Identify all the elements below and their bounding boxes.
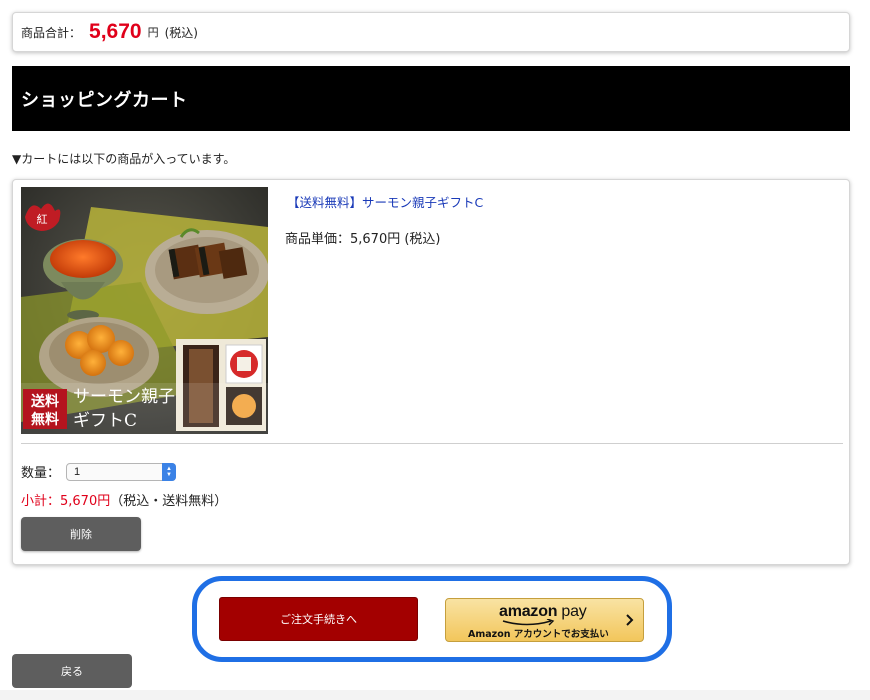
subtotal-amount: 小計：5,670円: [21, 494, 111, 509]
cart-note: ▼カートには以下の商品が入っています。: [12, 152, 236, 166]
total-amount: 5,670: [89, 20, 142, 43]
total-tax-note: (税込): [164, 25, 198, 40]
image-badge-line2: 無料: [31, 411, 59, 428]
image-caption-line1: サーモン親子: [73, 387, 175, 407]
chevron-right-icon: [626, 614, 634, 626]
up-down-arrows-icon[interactable]: ▲ ▼: [162, 462, 177, 481]
amazon-pay-text: pay: [561, 603, 587, 620]
total-currency: 円: [147, 26, 159, 39]
image-badge-line1: 送料: [30, 393, 59, 410]
quantity-row: 数量： 1 ▲ ▼: [21, 462, 177, 481]
svg-text:紅: 紅: [37, 213, 48, 226]
proceed-to-checkout-button[interactable]: ご注文手続きへ: [219, 597, 418, 641]
amazon-pay-button[interactable]: amazon pay Amazon アカウントでお支払い: [445, 598, 644, 642]
page-bottom-fade: [0, 690, 870, 700]
delete-button[interactable]: 削除: [21, 517, 141, 551]
product-name-link[interactable]: 【送料無料】サーモン親子ギフトC: [287, 192, 483, 211]
image-caption-line2: ギフトC: [73, 411, 137, 431]
product-image[interactable]: 送料 無料 サーモン親子 ギフトC 紅: [21, 187, 268, 434]
product-unit-price: 商品単価：5,670円 (税込): [285, 232, 441, 247]
cart-total-box: 商品合計： 5,670 円 (税込): [12, 12, 850, 52]
subtotal-note: （税込・送料無料）: [110, 494, 228, 509]
back-button[interactable]: 戻る: [12, 654, 132, 688]
quantity-label: 数量：: [21, 466, 61, 481]
cart-item-card: 送料 無料 サーモン親子 ギフトC 紅 【送料無料】サーモン親子ギフトC 商品単…: [12, 179, 850, 565]
amazon-brand-text: amazon: [499, 603, 558, 620]
card-divider: [21, 443, 843, 444]
total-label: 商品合計：: [21, 25, 82, 40]
subtotal: 小計：5,670円（税込・送料無料）: [21, 490, 227, 509]
cart-header: ショッピングカート: [12, 66, 850, 131]
quantity-value: 1: [74, 465, 81, 478]
amazon-pay-subtext: Amazon アカウントでお支払い: [468, 629, 609, 640]
cart-page: 商品合計： 5,670 円 (税込) ショッピングカート ▼カートには以下の商品…: [0, 0, 870, 700]
page-title: ショッピングカート: [21, 89, 188, 111]
quantity-select[interactable]: 1 ▲ ▼: [66, 462, 177, 481]
